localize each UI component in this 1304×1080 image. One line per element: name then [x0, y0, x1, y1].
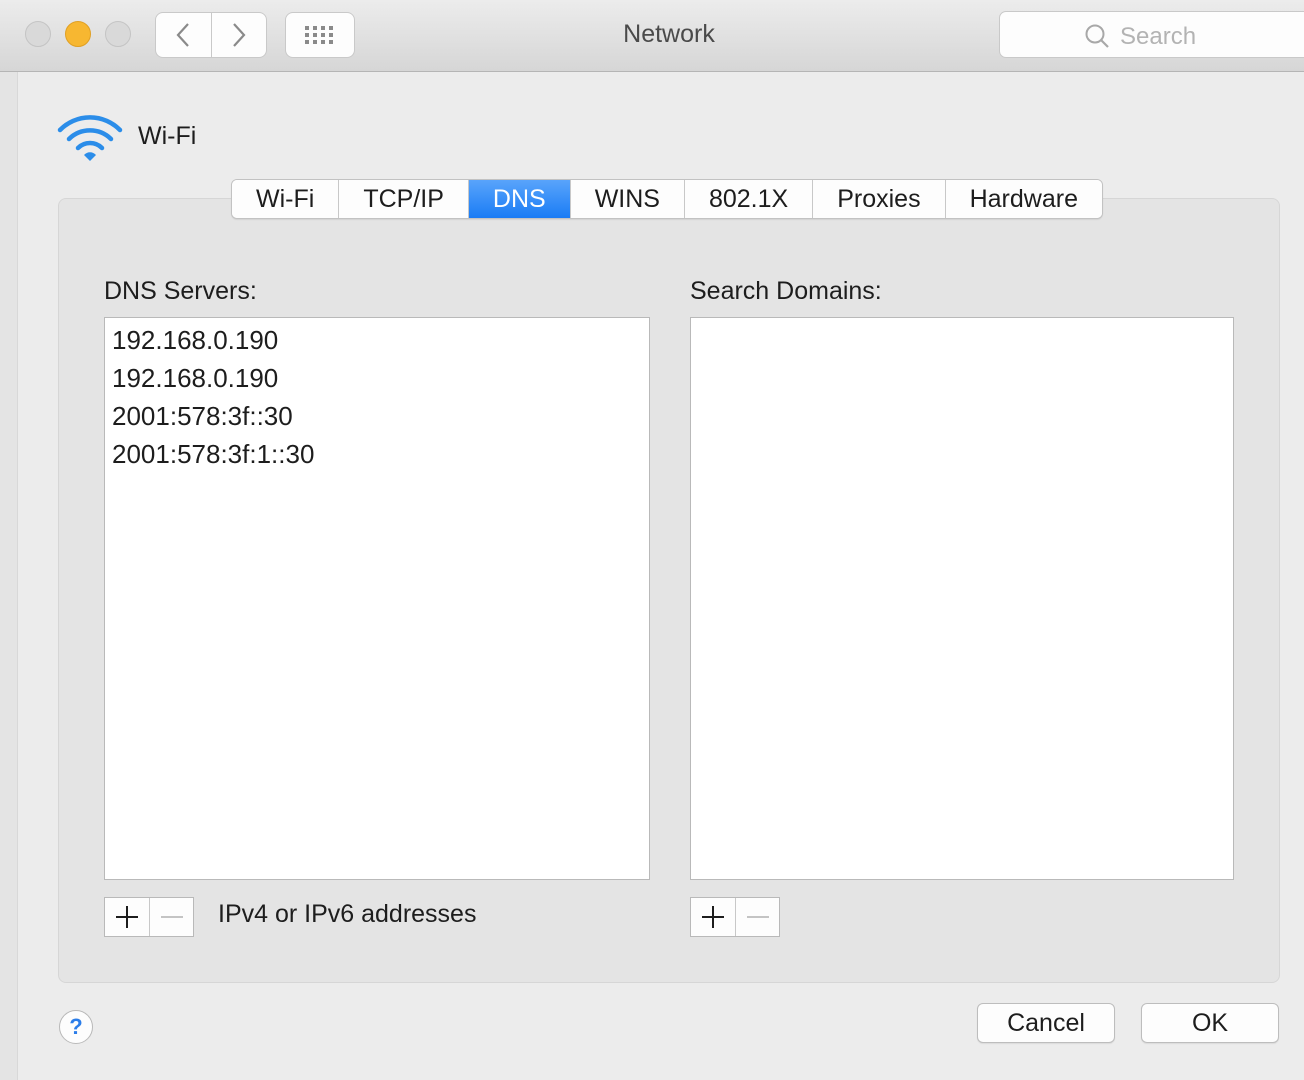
- list-item[interactable]: 2001:578:3f:1::30: [105, 435, 649, 473]
- plus-icon: [702, 906, 724, 928]
- tab-proxies[interactable]: Proxies: [812, 180, 945, 218]
- remove-search-domain-button[interactable]: [735, 898, 779, 936]
- dns-hint-text: IPv4 or IPv6 addresses: [218, 900, 477, 928]
- help-button[interactable]: ?: [59, 1010, 93, 1044]
- cancel-button[interactable]: Cancel: [977, 1003, 1115, 1043]
- tab-dns[interactable]: DNS: [467, 180, 570, 218]
- ok-button[interactable]: OK: [1141, 1003, 1279, 1043]
- remove-dns-server-button[interactable]: [149, 898, 193, 936]
- list-item[interactable]: 192.168.0.190: [105, 359, 649, 397]
- add-search-domain-button[interactable]: [691, 898, 735, 936]
- tab-wifi[interactable]: Wi-Fi: [232, 180, 339, 218]
- title-bar: Network Search: [0, 0, 1304, 72]
- tab-8021x[interactable]: 802.1X: [683, 180, 813, 218]
- plus-icon: [116, 906, 138, 928]
- dns-servers-add-remove: [104, 897, 194, 937]
- list-item[interactable]: 192.168.0.190: [105, 321, 649, 359]
- window-edge: [0, 72, 18, 1080]
- tab-bar: Wi-Fi TCP/IP DNS WINS 802.1X Proxies Har…: [231, 179, 1103, 219]
- tab-hardware[interactable]: Hardware: [944, 180, 1102, 218]
- minus-icon: [746, 916, 769, 918]
- search-placeholder: Search: [1120, 23, 1197, 50]
- list-item[interactable]: 2001:578:3f::30: [105, 397, 649, 435]
- minus-icon: [160, 916, 183, 918]
- search-input[interactable]: Search: [999, 11, 1304, 58]
- search-domains-list[interactable]: [690, 317, 1234, 880]
- tab-tcpip[interactable]: TCP/IP: [338, 180, 468, 218]
- search-domains-label: Search Domains:: [690, 277, 882, 305]
- search-domains-add-remove: [690, 897, 780, 937]
- tab-wins[interactable]: WINS: [569, 180, 684, 218]
- wifi-icon: [57, 115, 123, 161]
- dns-servers-list[interactable]: 192.168.0.190 192.168.0.190 2001:578:3f:…: [104, 317, 650, 880]
- service-name: Wi-Fi: [138, 122, 197, 150]
- add-dns-server-button[interactable]: [105, 898, 149, 936]
- dns-servers-label: DNS Servers:: [104, 277, 257, 305]
- search-icon: [1085, 24, 1109, 48]
